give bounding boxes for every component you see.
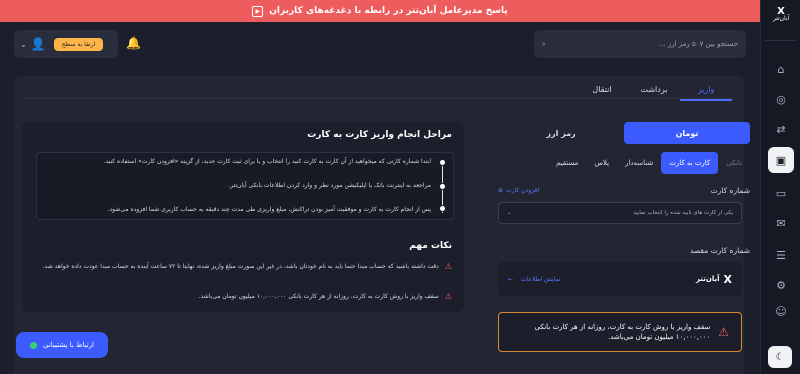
method-id-deposit[interactable]: شناسه‌دار [617,152,661,174]
upgrade-button[interactable]: ارتقا به سطح [53,37,104,51]
step-dot [439,205,446,212]
note-item: ⚠ سقف واریز با روش کارت به کارت، روزانه … [34,292,452,301]
add-card-button[interactable]: افزودن کارت ⊕ [498,187,539,194]
limit-text: سقف واریز با روش کارت به کارت، روزانه از… [534,323,711,341]
brand-logo[interactable]: X آبان‌تتر [765,7,797,23]
step-dot [439,183,446,190]
card-label: شماره کارت [710,186,750,195]
dest-label: شماره کارت مقصد [689,246,750,255]
announcement-text: پاسخ مدیرعامل آبان‌تتر در رابطه با دغدغه… [269,6,508,16]
arrow-left-icon: ← [508,275,514,283]
limit-warning: ⚠ سقف واریز با روش کارت به کارت، روزانه … [498,312,742,352]
support-button[interactable]: ارتباط با پشتیبانی [16,332,108,358]
card-placeholder: یکی از کارت های تایید شده را انتخاب نمای… [633,210,733,216]
home-icon[interactable]: ⌂ [772,60,790,78]
online-indicator [30,341,38,349]
bell-icon[interactable]: 🔔 [126,36,141,50]
currency-toggle: تومان رمز ارز [498,122,750,144]
play-icon: ▶ [252,5,264,17]
sidebar: X آبان‌تتر ⌂ ◎ ⇄ ▣ ▭ ✉ ☰ ⚙ ☺ ☾ [760,0,800,374]
exchange-icon[interactable]: ⇄ [772,120,790,138]
chevron-down-icon: ⌄ [507,210,512,216]
settings-icon[interactable]: ⚙ [772,276,790,294]
dest-brand: X آبان‌تتر [696,272,732,286]
coins-icon[interactable]: ◎ [772,90,790,108]
warning-icon: ⚠ [718,325,729,339]
divider [765,40,797,41]
announcement-banner[interactable]: پاسخ مدیرعامل آبان‌تتر در رابطه با دغدغه… [0,0,760,22]
step-dot [439,159,446,166]
toggle-toman[interactable]: تومان [624,122,750,144]
method-plus[interactable]: پلاس [586,152,617,174]
user-icon[interactable]: ☺ [772,302,790,320]
step-text: ابتدا شماره کارتی که میخواهید از آن کارت… [103,158,431,165]
method-tabs: بانکی کارت به کارت شناسه‌دار پلاس مستقیم [498,152,750,174]
step-text: پس از انجام کارت به کارت و موفقیت آمیز ب… [107,206,431,213]
method-card-to-card[interactable]: کارت به کارت [661,152,719,174]
main-panel: واریز برداشت انتقال مراحل انجام واریز کا… [14,76,750,374]
destination-card: X آبان‌تتر نمایش اطلاعات ← [498,262,742,296]
user-menu[interactable]: ⌄ 👤 ارتقا به سطح [14,30,118,58]
show-info-button[interactable]: نمایش اطلاعات ← [508,276,560,283]
note-item: ⚠ دقت داشته باشید که حساب مبدا حتما باید… [34,262,452,271]
user-icon: 👤 [30,37,46,51]
wallet-icon[interactable]: ▣ [768,147,794,173]
gift-icon[interactable]: ✉ [772,214,790,232]
method-direct[interactable]: مستقیم [548,152,586,174]
step-text: مراجعه به اینترنت بانک یا اپلیکیشن مورد … [228,182,431,189]
search-box[interactable]: جستجو بین ۵۰۷ رمز ارز ... ⌕ [534,30,746,58]
search-placeholder: جستجو بین ۵۰۷ رمز ارز ... [658,40,738,48]
note-text: سقف واریز با روش کارت به کارت، روزانه از… [198,293,439,300]
card-icon[interactable]: ▭ [772,184,790,202]
chevron-down-icon: ⌄ [20,39,27,49]
method-bank[interactable]: بانکی [718,152,750,174]
brand-x-icon: X [723,272,732,286]
warning-icon: ⚠ [444,262,452,271]
history-icon[interactable]: ☰ [772,246,790,264]
steps-title: مراحل انجام واریز کارت به کارت [307,130,452,140]
warning-icon: ⚠ [444,292,452,301]
toggle-crypto[interactable]: رمز ارز [498,122,624,144]
instructions-card: مراحل انجام واریز کارت به کارت ابتدا شما… [22,122,464,312]
note-text: دقت داشته باشید که حساب مبدا حتما باید ب… [42,263,439,270]
plus-icon: ⊕ [498,187,504,194]
notes-title: نکات مهم [409,241,452,251]
card-select[interactable]: یکی از کارت های تایید شده را انتخاب نمای… [498,202,742,224]
search-icon: ⌕ [542,39,546,48]
steps-list: ابتدا شماره کارتی که میخواهید از آن کارت… [36,152,454,220]
moon-icon[interactable]: ☾ [768,346,792,368]
tabs-divider [26,98,732,99]
top-header: جستجو بین ۵۰۷ رمز ارز ... ⌕ ⌄ 👤 ارتقا به… [0,22,760,68]
